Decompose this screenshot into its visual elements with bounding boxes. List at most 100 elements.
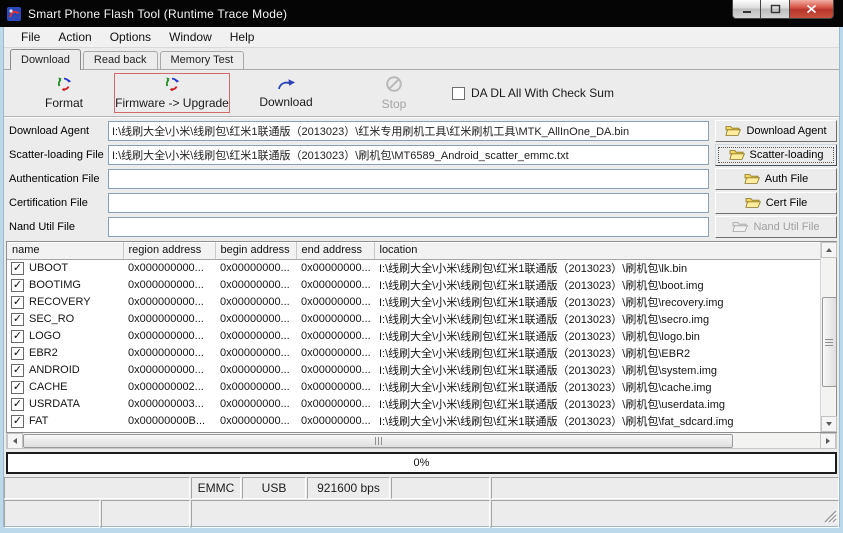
partition-name: UBOOT [29, 262, 68, 274]
column-header-location[interactable]: location [374, 242, 822, 259]
row-checkbox[interactable] [11, 398, 24, 411]
location-cell: I:\线刷大全\小米\线刷包\红米1联通版（2013023）\刷机包\logo.… [374, 328, 822, 345]
progress-bar: 0% [6, 452, 837, 474]
horizontal-scrollbar[interactable] [6, 433, 837, 449]
resize-grip-icon[interactable] [824, 510, 837, 526]
menu-window[interactable]: Window [160, 28, 221, 46]
row-checkbox[interactable] [11, 364, 24, 377]
chevron-left-icon [13, 438, 17, 444]
row-checkbox[interactable] [11, 296, 24, 309]
column-header-name[interactable]: name [7, 242, 123, 259]
begin-address-cell: 0x00000000... [215, 362, 296, 379]
table-row[interactable]: BOOTIMG 0x000000000... 0x00000000... 0x0… [7, 277, 822, 294]
table-row[interactable]: EBR2 0x000000000... 0x00000000... 0x0000… [7, 345, 822, 362]
download-agent-row: Download Agent Download Agent [6, 119, 837, 143]
chevron-up-icon [826, 248, 832, 252]
scatter-loading-button[interactable]: Scatter-loading [715, 144, 837, 166]
menu-options[interactable]: Options [101, 28, 160, 46]
tab-strip: Download Read back Memory Test [4, 48, 839, 70]
status-empty-cell [101, 500, 190, 528]
region-address-cell: 0x000000000... [123, 328, 215, 345]
menu-file[interactable]: File [12, 28, 49, 46]
cert-file-button-label: Cert File [766, 197, 808, 209]
nand-util-file-button[interactable]: Nand Util File [715, 216, 837, 238]
vertical-scroll-thumb[interactable] [822, 297, 837, 387]
format-button[interactable]: Format [14, 73, 114, 113]
vertical-scrollbar[interactable] [820, 242, 836, 432]
row-checkbox[interactable] [11, 313, 24, 326]
row-checkbox[interactable] [11, 279, 24, 292]
tab-download[interactable]: Download [10, 49, 81, 70]
stop-button[interactable]: Stop [350, 73, 438, 113]
checksum-label: DA DL All With Check Sum [471, 86, 614, 100]
column-header-begin-address[interactable]: begin address [215, 242, 296, 259]
row-checkbox[interactable] [11, 262, 24, 275]
close-button[interactable] [789, 0, 834, 19]
maximize-button[interactable] [761, 0, 789, 19]
end-address-cell: 0x00000000... [296, 328, 374, 345]
region-address-cell: 0x000000002... [123, 379, 215, 396]
begin-address-cell: 0x00000000... [215, 413, 296, 430]
table-row[interactable]: CACHE 0x000000002... 0x00000000... 0x000… [7, 379, 822, 396]
table-header-row: name region address begin address end ad… [7, 242, 822, 259]
table-row[interactable]: RECOVERY 0x000000000... 0x00000000... 0x… [7, 294, 822, 311]
download-icon [276, 77, 296, 94]
auth-file-button[interactable]: Auth File [715, 168, 837, 190]
partition-name: ANDROID [29, 364, 80, 376]
certification-file-row: Certification File Cert File [6, 191, 837, 215]
tab-read-back[interactable]: Read back [83, 51, 158, 69]
begin-address-cell: 0x00000000... [215, 396, 296, 413]
end-address-cell: 0x00000000... [296, 396, 374, 413]
da-dl-checksum-checkbox[interactable]: DA DL All With Check Sum [452, 86, 614, 100]
partition-table: name region address begin address end ad… [6, 241, 837, 433]
partition-name: RECOVERY [29, 296, 91, 308]
horizontal-scroll-thumb[interactable] [23, 434, 733, 448]
status-empty-cell [191, 500, 490, 528]
chevron-right-icon [826, 438, 830, 444]
end-address-cell: 0x00000000... [296, 379, 374, 396]
download-label: Download [259, 95, 312, 109]
column-header-end-address[interactable]: end address [296, 242, 374, 259]
nand-util-file-input[interactable] [108, 217, 709, 237]
table-row[interactable]: LOGO 0x000000000... 0x00000000... 0x0000… [7, 328, 822, 345]
certification-file-input[interactable] [108, 193, 709, 213]
tab-memory-test[interactable]: Memory Test [160, 51, 245, 69]
table-row[interactable]: UBOOT 0x000000000... 0x00000000... 0x000… [7, 259, 822, 277]
scroll-left-button[interactable] [7, 433, 23, 449]
scatter-loading-input[interactable] [108, 145, 709, 165]
row-checkbox[interactable] [11, 415, 24, 428]
table-row[interactable]: SEC_RO 0x000000000... 0x00000000... 0x00… [7, 311, 822, 328]
scroll-up-button[interactable] [821, 242, 837, 258]
location-cell: I:\线刷大全\小米\线刷包\红米1联通版（2013023）\刷机包\boot.… [374, 277, 822, 294]
location-cell: I:\线刷大全\小米\线刷包\红米1联通版（2013023）\刷机包\EBR2 [374, 345, 822, 362]
partition-name: BOOTIMG [29, 279, 81, 291]
row-checkbox[interactable] [11, 330, 24, 343]
close-icon [806, 4, 817, 14]
scroll-right-button[interactable] [820, 433, 836, 449]
scatter-loading-row: Scatter-loading File Scatter-loading [6, 143, 837, 167]
scroll-down-button[interactable] [821, 416, 837, 432]
chevron-down-icon [826, 422, 832, 426]
table-row[interactable]: ANDROID 0x000000000... 0x00000000... 0x0… [7, 362, 822, 379]
menu-action[interactable]: Action [49, 28, 100, 46]
cert-file-button[interactable]: Cert File [715, 192, 837, 214]
client-area: File Action Options Window Help Download… [3, 27, 840, 527]
end-address-cell: 0x00000000... [296, 413, 374, 430]
download-agent-button[interactable]: Download Agent [715, 120, 837, 142]
region-address-cell: 0x000000000... [123, 362, 215, 379]
firmware-upgrade-button[interactable]: Firmware -> Upgrade [114, 73, 230, 113]
column-header-region-address[interactable]: region address [123, 242, 215, 259]
folder-icon [725, 124, 741, 139]
region-address-cell: 0x00000000B... [123, 413, 215, 430]
minimize-button[interactable] [732, 0, 761, 19]
begin-address-cell: 0x00000000... [215, 277, 296, 294]
menu-help[interactable]: Help [221, 28, 264, 46]
table-row[interactable]: USRDATA 0x000000003... 0x00000000... 0x0… [7, 396, 822, 413]
download-agent-input[interactable] [108, 121, 709, 141]
authentication-file-input[interactable] [108, 169, 709, 189]
row-checkbox[interactable] [11, 347, 24, 360]
row-checkbox[interactable] [11, 381, 24, 394]
status-bar-lower [4, 500, 839, 528]
download-button[interactable]: Download [236, 73, 336, 113]
table-row[interactable]: FAT 0x00000000B... 0x00000000... 0x00000… [7, 413, 822, 430]
